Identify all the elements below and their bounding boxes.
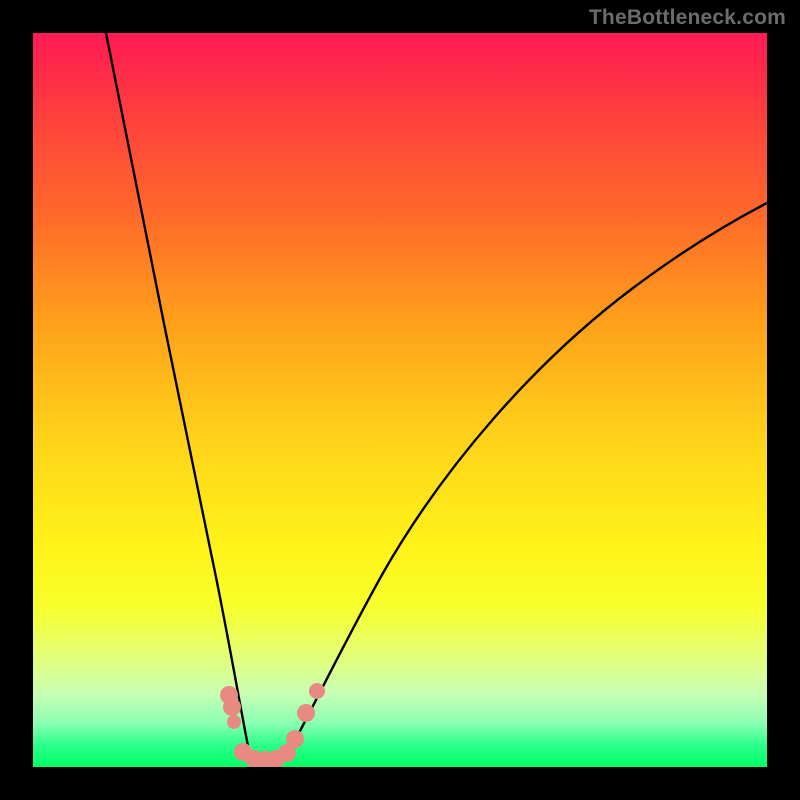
right-curve <box>283 203 767 761</box>
marker-cluster <box>220 683 325 767</box>
watermark-text: TheBottleneck.com <box>589 6 786 30</box>
left-curve <box>106 33 251 761</box>
curve-layer <box>33 33 767 767</box>
chart-frame: TheBottleneck.com <box>0 0 800 800</box>
plot-area <box>33 33 767 767</box>
